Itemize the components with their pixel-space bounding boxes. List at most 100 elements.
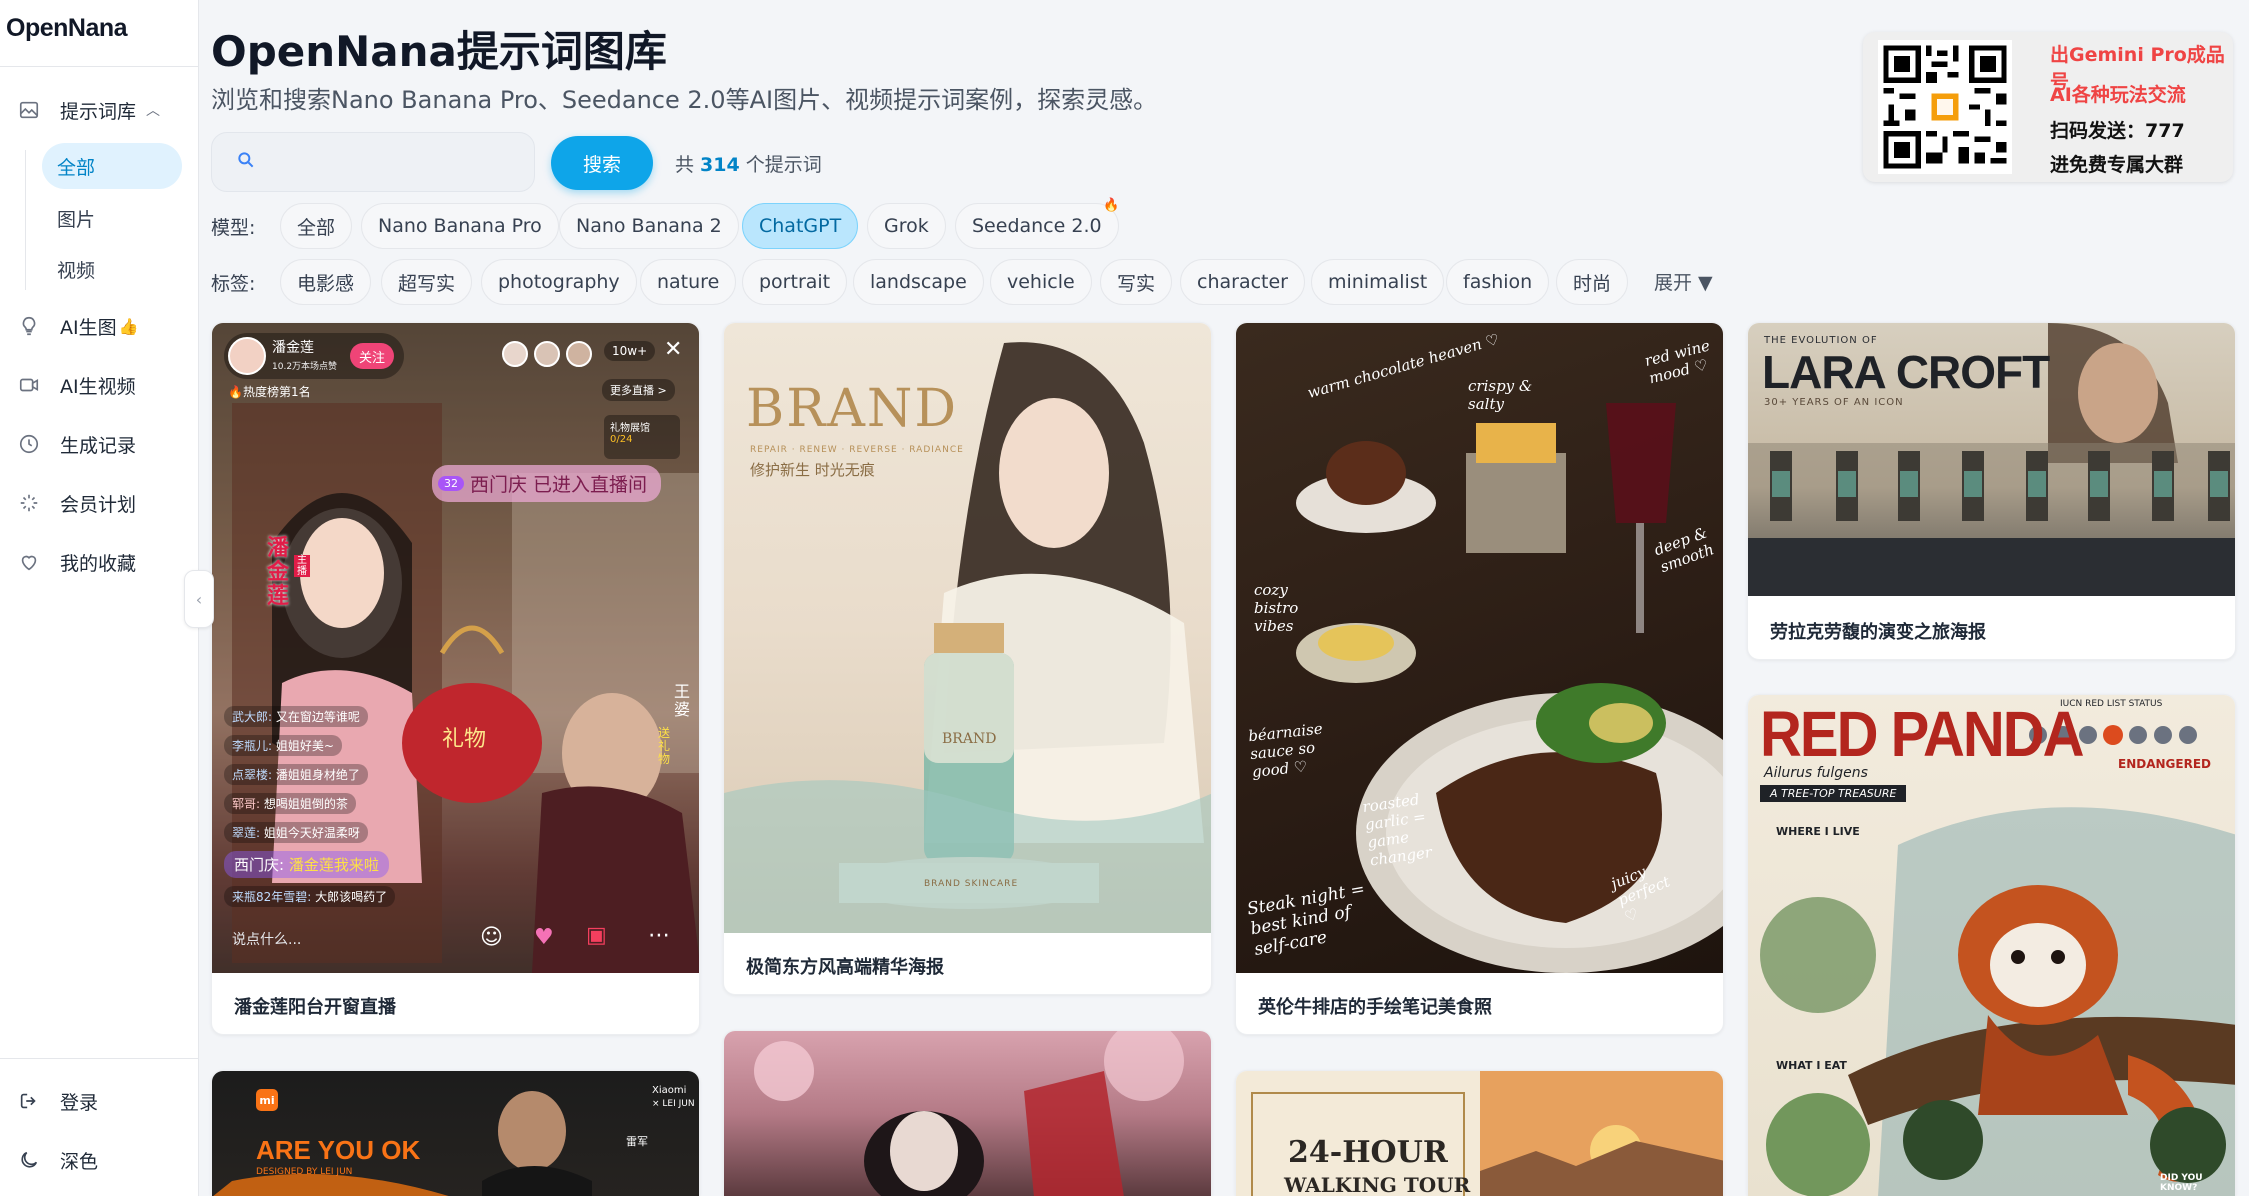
sidebar-sub-images[interactable]: 图片: [42, 195, 182, 241]
promo-line-4: 进免费专属大群: [2050, 154, 2184, 176]
prompt-card[interactable]: RED PANDA Ailurus fulgens A TREE-TOP TRE…: [1747, 694, 2236, 1196]
brand-logo: mi: [256, 1089, 278, 1111]
chip-label: Seedance 2.0: [972, 215, 1102, 237]
poster-live: WHERE I LIVE: [1776, 825, 1860, 838]
model-chip-grok[interactable]: Grok: [867, 203, 946, 249]
poster-title: 24-HOUR: [1288, 1135, 1448, 1170]
prompt-card[interactable]: warm chocolate heaven ♡ crispy & salty r…: [1235, 322, 1724, 1035]
tag-chip[interactable]: vehicle: [990, 259, 1092, 305]
sidebar-divider: [0, 1058, 199, 1059]
model-chip-nano-banana-pro[interactable]: Nano Banana Pro: [361, 203, 559, 249]
comment-list: 武大郎: 又在窗边等谁呢 李瓶儿: 姐姐好美~ 点翠楼: 潘姐姐身材绝了 郓哥:…: [224, 706, 484, 907]
sidebar-sub-all[interactable]: 全部: [42, 143, 182, 189]
poster-know: DID YOU KNOW?: [2160, 1173, 2203, 1193]
model-chip-nano-banana-2[interactable]: Nano Banana 2: [559, 203, 739, 249]
logo[interactable]: OpenNana: [6, 14, 128, 43]
brand-title: BRAND: [746, 379, 959, 439]
tag-chip[interactable]: 超写实: [381, 259, 473, 305]
poster-sub: 30+ YEARS OF AN ICON: [1764, 397, 1904, 408]
poster-name: 雷军: [626, 1135, 648, 1148]
tag-chip[interactable]: character: [1180, 259, 1305, 305]
entry-banner-text: 西门庆 已进入直播间: [470, 474, 648, 496]
image-icon: [16, 97, 42, 123]
sidebar-item-label: AI生视频: [60, 375, 136, 398]
tag-chip[interactable]: minimalist: [1311, 259, 1445, 305]
viewer-avatar: [566, 341, 592, 367]
prompt-card[interactable]: 24-HOUR WALKING TOUR: [1235, 1070, 1724, 1196]
sidebar-divider: [0, 66, 199, 67]
streamer-name: 潘金莲: [272, 340, 314, 356]
prompt-card[interactable]: 潘金莲 10.2万本场点赞 关注 10w+ ✕ 🔥热度榜第1名 更多直播 > 礼…: [211, 322, 700, 1035]
sidebar-item-ai-image[interactable]: AI生图 👍: [16, 304, 186, 348]
viewer-avatar: [502, 341, 528, 367]
close-icon[interactable]: ✕: [664, 337, 682, 362]
follow-button[interactable]: 关注: [350, 343, 394, 369]
tag-chip[interactable]: photography: [481, 259, 637, 305]
search-input[interactable]: [268, 151, 528, 173]
model-chip-seedance[interactable]: Seedance 2.0 🔥: [955, 198, 1120, 249]
side-right-gift: 送礼物: [658, 726, 671, 767]
chevron-up-icon: ︿: [146, 103, 161, 119]
card-image: mi ARE YOU OK DESIGNED BY LEI JUN Xiaomi…: [212, 1071, 699, 1196]
sidebar-subline: [25, 150, 26, 290]
search-button[interactable]: 搜索: [551, 136, 653, 190]
tag-chip[interactable]: nature: [640, 259, 737, 305]
tag-chip[interactable]: fashion: [1446, 259, 1550, 305]
count-value: 314: [700, 154, 740, 176]
card-image: [724, 1031, 1211, 1196]
tag-chip[interactable]: 时尚: [1556, 259, 1629, 305]
tag-chip[interactable]: 写实: [1100, 259, 1173, 305]
sidebar-item-label: AI生图: [60, 316, 117, 339]
more-icon[interactable]: ⋯: [648, 923, 670, 948]
sidebar: OpenNana 提示词库 ︿ 全部 图片 视频 AI生图 👍 AI生视频 生成…: [0, 0, 199, 1196]
brand-slogan: 修护新生 时光无痕: [750, 461, 875, 479]
sidebar-item-history[interactable]: 生成记录: [16, 422, 186, 466]
qr-code: [1878, 40, 2012, 174]
heart-icon[interactable]: ♥: [534, 925, 554, 950]
expand-tags-button[interactable]: 展开 ▼: [1654, 268, 1713, 295]
more-live-link[interactable]: 更多直播 >: [602, 379, 675, 401]
qr-promo-banner[interactable]: 出Gemini Pro成品号 AI各种玩法交流 扫码发送：777 进免费专属大群: [1863, 32, 2233, 182]
sidebar-collapse-button[interactable]: ‹: [184, 570, 214, 628]
promo-line-2: AI各种玩法交流: [2050, 84, 2186, 106]
moon-icon: [16, 1147, 42, 1173]
comment-input[interactable]: 说点什么...: [232, 929, 301, 949]
rank-badge: 🔥热度榜第1名: [228, 385, 311, 399]
viewer-avatar: [534, 341, 560, 367]
model-chip-all[interactable]: 全部: [280, 203, 353, 249]
model-chip-chatgpt[interactable]: ChatGPT: [742, 203, 859, 249]
count-suffix: 个提示词: [745, 154, 822, 176]
poster-title: LARA CROFT: [1762, 346, 2050, 398]
prompt-card[interactable]: mi ARE YOU OK DESIGNED BY LEI JUN Xiaomi…: [211, 1070, 700, 1196]
tag-chip[interactable]: landscape: [853, 259, 984, 305]
prompt-card[interactable]: BRAND REPAIR · RENEW · REVERSE · RADIANC…: [723, 322, 1212, 995]
poster-eat: WHAT I EAT: [1776, 1059, 1847, 1072]
sidebar-item-dark-mode[interactable]: 深色: [16, 1138, 186, 1182]
entry-banner: 32 西门庆 已进入直播间: [432, 465, 662, 502]
poster-right-2: × LEI JUN: [652, 1099, 695, 1109]
sparkle-icon: [16, 490, 42, 516]
sidebar-sub-videos[interactable]: 视频: [42, 246, 182, 292]
comment: 翠莲: 姐姐今天好温柔呀: [224, 822, 368, 843]
gift-icon[interactable]: ▣: [586, 923, 607, 948]
sidebar-item-ai-video[interactable]: AI生视频: [16, 363, 186, 407]
sidebar-item-prompt-library[interactable]: 提示词库 ︿: [16, 88, 186, 132]
sidebar-item-label: 我的收藏: [60, 552, 137, 575]
card-caption: 潘金莲阳台开窗直播: [234, 997, 396, 1018]
heart-icon: [16, 549, 42, 575]
tag-chip[interactable]: portrait: [742, 259, 848, 305]
emoji-icon[interactable]: ☺: [480, 925, 503, 950]
card-image: 24-HOUR WALKING TOUR: [1236, 1071, 1723, 1196]
comment: 李瓶儿: 姐姐好美~: [224, 735, 342, 756]
prompt-card[interactable]: THE EVOLUTION OF LARA CROFT 30+ YEARS OF…: [1747, 322, 2236, 660]
sidebar-item-membership[interactable]: 会员计划: [16, 481, 186, 525]
sidebar-item-favorites[interactable]: 我的收藏: [16, 540, 186, 584]
fire-icon: 🔥: [1103, 198, 1120, 213]
note: crispy & salty: [1468, 377, 1533, 413]
side-tag: 主播: [294, 555, 310, 577]
prompt-card[interactable]: [723, 1030, 1212, 1196]
tag-chip[interactable]: 电影感: [280, 259, 372, 305]
streamer-likes: 10.2万本场点赞: [272, 362, 338, 372]
sidebar-item-login[interactable]: 登录: [16, 1079, 186, 1123]
page-subtitle: 浏览和搜索Nano Banana Pro、Seedance 2.0等AI图片、视…: [211, 86, 1158, 114]
